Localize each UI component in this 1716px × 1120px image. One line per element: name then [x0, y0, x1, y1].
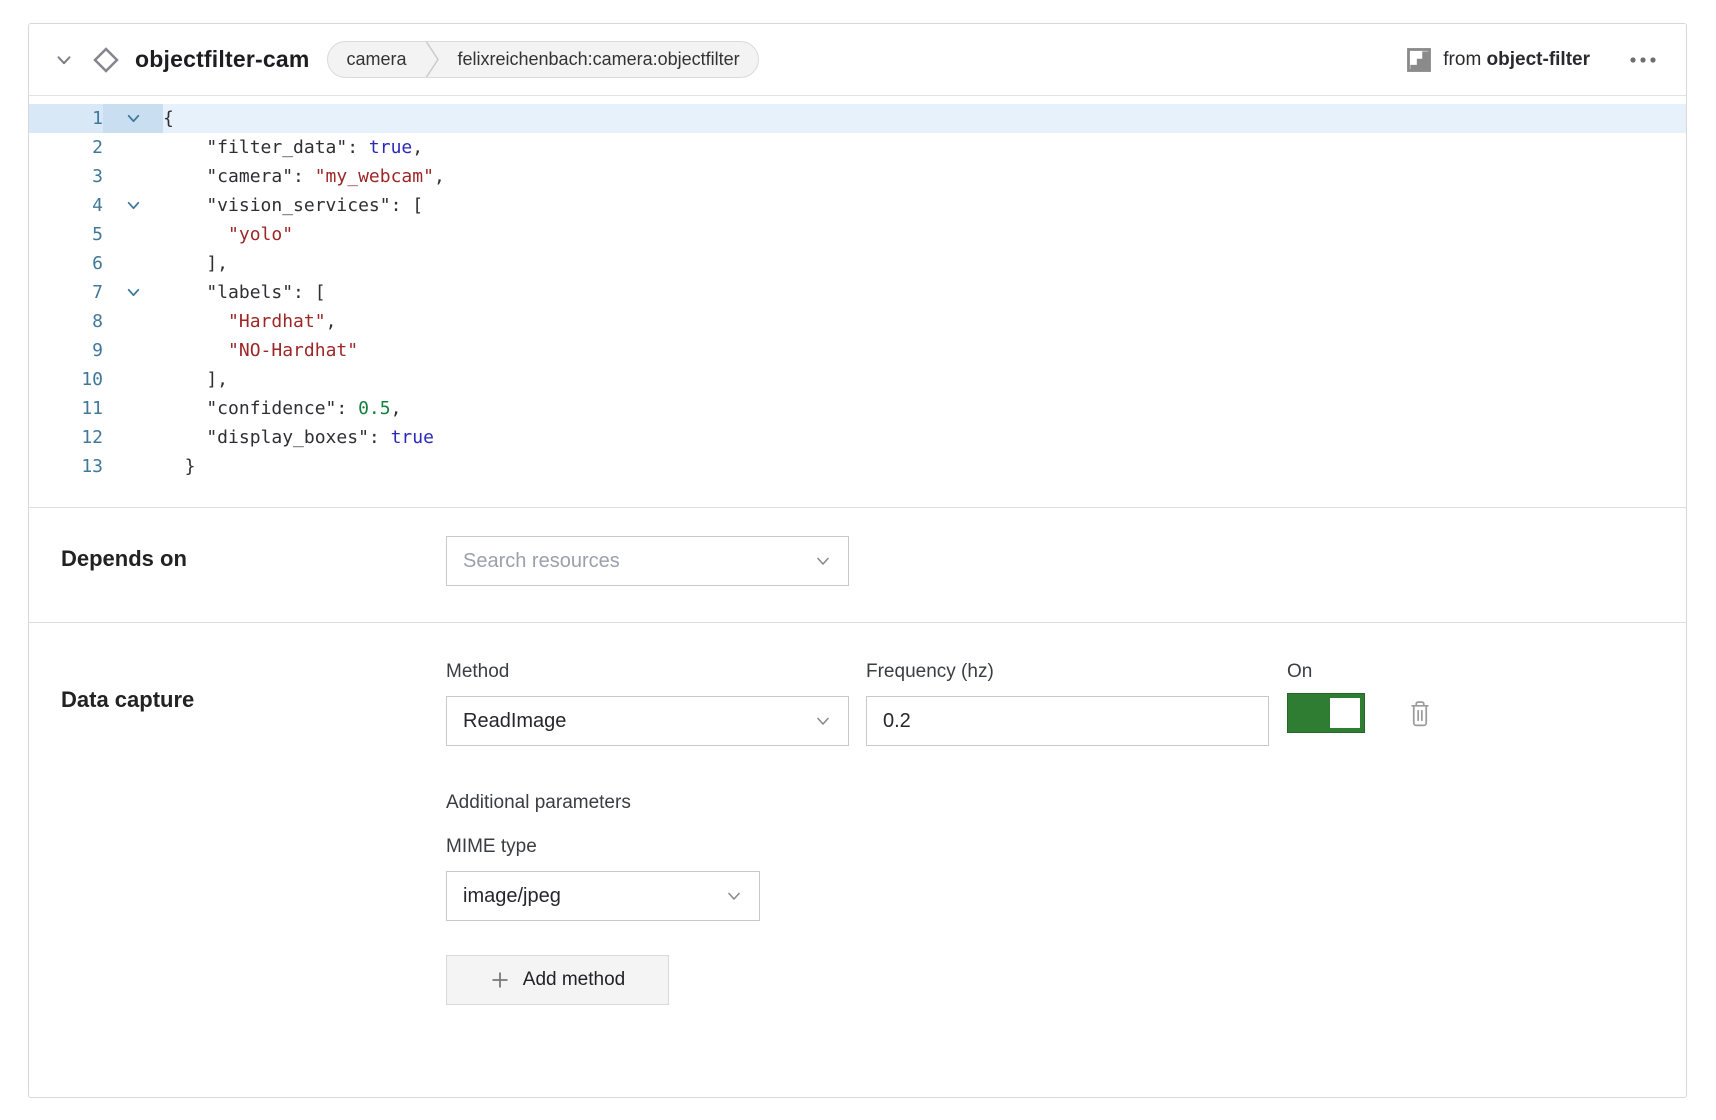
add-method-label: Add method — [523, 969, 625, 991]
fold-gutter — [103, 394, 163, 423]
chevron-down-icon — [814, 552, 832, 570]
line-number: 6 — [29, 249, 103, 278]
line-number: 11 — [29, 394, 103, 423]
badge-model-segment: felixreichenbach:camera:objectfilter — [440, 42, 758, 77]
code-line: 11 "confidence": 0.5, — [29, 394, 1686, 423]
capture-on-toggle[interactable] — [1287, 693, 1365, 733]
resource-card: objectfilter-cam camera felixreichenbach… — [28, 23, 1687, 1098]
mime-type-label: MIME type — [446, 836, 1654, 858]
line-number: 3 — [29, 162, 103, 191]
additional-parameters-label: Additional parameters — [446, 792, 1654, 814]
ellipsis-menu-icon[interactable] — [1626, 49, 1660, 71]
code-line: 8 "Hardhat", — [29, 307, 1686, 336]
fold-gutter — [103, 307, 163, 336]
depends-on-search-select[interactable]: Search resources — [446, 536, 849, 586]
code-line: 6 ], — [29, 249, 1686, 278]
frequency-input[interactable] — [866, 696, 1269, 746]
trash-icon[interactable] — [1407, 700, 1433, 728]
method-select[interactable]: ReadImage — [446, 696, 849, 746]
chevron-down-icon — [725, 887, 743, 905]
frequency-field: Frequency (hz) — [866, 661, 1269, 746]
code-line: 10 ], — [29, 365, 1686, 394]
fold-gutter — [103, 452, 163, 481]
resource-card-header: objectfilter-cam camera felixreichenbach… — [29, 24, 1686, 96]
fold-chevron-down-icon[interactable] — [103, 278, 163, 307]
module-name: object-filter — [1487, 49, 1590, 70]
toggle-knob — [1330, 698, 1360, 728]
code-text[interactable]: "yolo" — [163, 220, 1686, 249]
method-field: Method ReadImage — [446, 661, 849, 746]
toggle-on-label: On — [1287, 661, 1433, 683]
fold-chevron-down-icon[interactable] — [103, 191, 163, 220]
plus-icon — [490, 970, 510, 990]
search-resources-placeholder: Search resources — [463, 550, 804, 573]
collapse-chevron-icon[interactable] — [53, 49, 75, 71]
line-number: 1 — [29, 104, 103, 133]
depends-on-label: Depends on — [61, 536, 446, 586]
code-line: 9 "NO-Hardhat" — [29, 336, 1686, 365]
chevron-down-icon — [814, 712, 832, 730]
method-label: Method — [446, 661, 849, 683]
code-text[interactable]: "confidence": 0.5, — [163, 394, 1686, 423]
badge-chevron-divider-icon — [425, 42, 440, 77]
fold-gutter — [103, 249, 163, 278]
code-line: 1{ — [29, 104, 1686, 133]
code-text[interactable]: ], — [163, 365, 1686, 394]
line-number: 7 — [29, 278, 103, 307]
line-number: 8 — [29, 307, 103, 336]
json-config-editor[interactable]: 1{2 "filter_data": true,3 "camera": "my_… — [29, 96, 1686, 507]
code-text[interactable]: { — [163, 104, 1686, 133]
fold-gutter — [103, 220, 163, 249]
fold-gutter — [103, 336, 163, 365]
code-text[interactable]: "labels": [ — [163, 278, 1686, 307]
diamond-icon — [91, 45, 121, 75]
line-number: 12 — [29, 423, 103, 452]
line-number: 5 — [29, 220, 103, 249]
code-line: 5 "yolo" — [29, 220, 1686, 249]
fold-chevron-down-icon[interactable] — [103, 104, 163, 133]
code-line: 3 "camera": "my_webcam", — [29, 162, 1686, 191]
fold-gutter — [103, 365, 163, 394]
code-line: 7 "labels": [ — [29, 278, 1686, 307]
module-steps-icon — [1406, 47, 1432, 73]
line-number: 9 — [29, 336, 103, 365]
mime-type-value: image/jpeg — [463, 885, 715, 908]
add-method-button[interactable]: Add method — [446, 955, 669, 1005]
line-number: 10 — [29, 365, 103, 394]
code-line: 2 "filter_data": true, — [29, 133, 1686, 162]
code-text[interactable]: "NO-Hardhat" — [163, 336, 1686, 365]
code-text[interactable]: "filter_data": true, — [163, 133, 1686, 162]
frequency-label: Frequency (hz) — [866, 661, 1269, 683]
code-text[interactable]: } — [163, 452, 1686, 481]
resource-title: objectfilter-cam — [135, 46, 309, 73]
line-number: 2 — [29, 133, 103, 162]
resource-type-badge: camera felixreichenbach:camera:objectfil… — [327, 41, 758, 78]
module-source: from object-filter — [1406, 47, 1590, 73]
method-value: ReadImage — [463, 710, 804, 733]
line-number: 4 — [29, 191, 103, 220]
fold-gutter — [103, 423, 163, 452]
fold-gutter — [103, 162, 163, 191]
line-number: 13 — [29, 452, 103, 481]
code-text[interactable]: ], — [163, 249, 1686, 278]
code-text[interactable]: "camera": "my_webcam", — [163, 162, 1686, 191]
data-capture-section: Data capture Method ReadImage Frequency … — [29, 623, 1686, 1005]
code-text[interactable]: "Hardhat", — [163, 307, 1686, 336]
capture-toggle-group: On — [1287, 661, 1433, 733]
badge-type-segment: camera — [328, 42, 424, 77]
code-line: 4 "vision_services": [ — [29, 191, 1686, 220]
fold-gutter — [103, 133, 163, 162]
depends-on-section: Depends on Search resources — [29, 508, 1686, 622]
code-line: 13 } — [29, 452, 1686, 481]
data-capture-label: Data capture — [61, 661, 446, 1005]
module-from-text: from object-filter — [1443, 49, 1590, 71]
code-text[interactable]: "display_boxes": true — [163, 423, 1686, 452]
code-line: 12 "display_boxes": true — [29, 423, 1686, 452]
mime-type-select[interactable]: image/jpeg — [446, 871, 760, 921]
code-text[interactable]: "vision_services": [ — [163, 191, 1686, 220]
